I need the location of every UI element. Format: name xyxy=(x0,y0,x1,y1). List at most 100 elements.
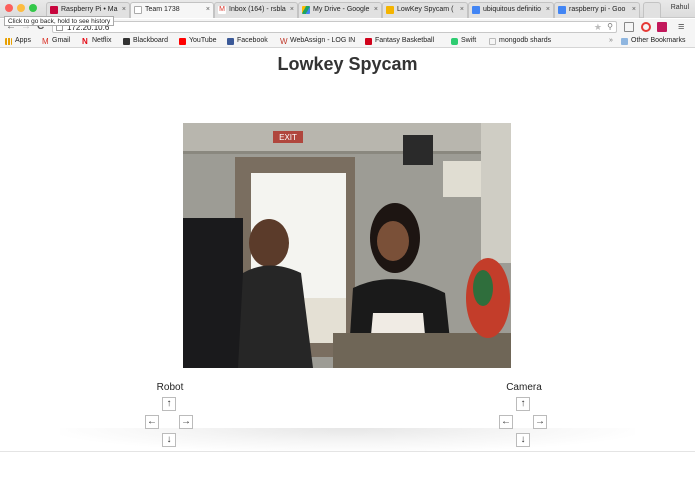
bookmark-webassign[interactable]: W WebAssign - LOG IN xyxy=(280,37,356,46)
swift-icon xyxy=(451,38,458,45)
tab-label: Team 1738 xyxy=(145,6,180,13)
robot-controls-label: Robot xyxy=(156,382,184,393)
camera-right-button[interactable]: → xyxy=(533,415,547,429)
bookmark-other[interactable]: Other Bookmarks xyxy=(621,37,686,45)
bookmark-swift[interactable]: Swift xyxy=(451,37,477,45)
opera-icon[interactable] xyxy=(641,22,651,32)
close-icon[interactable]: × xyxy=(290,6,294,13)
webassign-icon: W xyxy=(280,37,288,46)
bookmark-apps[interactable]: Apps xyxy=(5,37,31,45)
bookmark-label: mongodb shards xyxy=(499,37,552,44)
page-icon xyxy=(489,38,496,45)
raspberry-icon xyxy=(50,6,58,14)
camera-controls-label: Camera xyxy=(506,382,542,393)
back-button-tooltip: Click to go back, hold to see history xyxy=(4,16,115,26)
bookmark-label: WebAssign - LOG IN xyxy=(290,37,356,44)
close-icon[interactable]: × xyxy=(374,6,378,13)
bookmark-fantasy-basketball[interactable]: Fantasy Basketball xyxy=(365,37,435,45)
facebook-icon xyxy=(227,38,234,45)
profile-name[interactable]: Rahul xyxy=(671,4,689,11)
minimize-window-button[interactable] xyxy=(17,4,25,12)
page-title: Lowkey Spycam xyxy=(277,54,418,74)
arrow-up-icon: ↑ xyxy=(520,398,526,409)
tab-raspberry-pi-google[interactable]: raspberry pi - Goo × xyxy=(554,2,640,18)
close-icon[interactable]: × xyxy=(460,6,464,13)
bookmark-label: Netflix xyxy=(92,37,112,44)
robot-left-button[interactable]: ← xyxy=(145,415,159,429)
page-icon xyxy=(386,6,394,14)
bookmark-blackboard[interactable]: Blackboard xyxy=(123,37,169,45)
zoom-icon[interactable]: ⚲ xyxy=(607,22,613,31)
bookmark-gmail[interactable]: M Gmail xyxy=(42,37,71,46)
folder-icon xyxy=(621,38,628,45)
robot-up-button[interactable]: ↑ xyxy=(162,397,176,411)
page-icon xyxy=(134,6,142,14)
bookmark-netflix[interactable]: N Netflix xyxy=(82,37,112,46)
bookmark-label: Facebook xyxy=(237,37,268,44)
arrow-right-icon: → xyxy=(535,416,545,427)
bookmarks-bar: Apps M Gmail N Netflix Blackboard YouTube … xyxy=(0,35,695,48)
page-divider xyxy=(0,451,695,452)
tab-label: LowKey Spycam ( xyxy=(397,6,454,13)
bookmark-label: Fantasy Basketball xyxy=(375,37,435,44)
close-icon[interactable]: × xyxy=(206,6,210,13)
google-icon xyxy=(558,6,566,14)
bookmark-youtube[interactable]: YouTube xyxy=(179,37,217,45)
extension-icon[interactable] xyxy=(657,22,667,32)
tab-label: My Drive - Google xyxy=(313,6,370,13)
robot-down-button[interactable]: ↓ xyxy=(162,433,176,447)
bookmark-label: Blackboard xyxy=(133,37,169,44)
bookmark-mongodb[interactable]: mongodb shards xyxy=(489,37,552,45)
youtube-icon xyxy=(179,38,186,45)
bookmark-facebook[interactable]: Facebook xyxy=(227,37,268,45)
close-icon[interactable]: × xyxy=(122,6,126,13)
fantasy-icon xyxy=(365,38,372,45)
camera-feed: EXIT xyxy=(183,123,511,368)
cast-icon[interactable] xyxy=(624,22,634,32)
bookmark-label: Other Bookmarks xyxy=(631,37,686,44)
address-bar[interactable]: 172.20.10.6 ★ ⚲ xyxy=(52,21,617,33)
arrow-right-icon: → xyxy=(181,416,191,427)
arrow-up-icon: ↑ xyxy=(166,398,172,409)
zoom-window-button[interactable] xyxy=(29,4,37,12)
bookmark-label: Apps xyxy=(15,37,31,44)
gmail-icon: M xyxy=(218,6,226,14)
tab-ubiquitous[interactable]: ubiquitous definitio × xyxy=(468,2,554,18)
tab-label: Raspberry Pi • Ma xyxy=(61,6,118,13)
close-icon[interactable]: × xyxy=(632,6,636,13)
tab-label: ubiquitous definitio xyxy=(483,6,541,13)
drive-icon xyxy=(302,6,310,14)
star-icon[interactable]: ★ xyxy=(594,22,602,33)
controls-panel-shadow xyxy=(60,428,635,452)
close-icon[interactable]: × xyxy=(546,6,550,13)
camera-left-button[interactable]: ← xyxy=(499,415,513,429)
close-window-button[interactable] xyxy=(5,4,13,12)
netflix-icon: N xyxy=(82,37,88,46)
arrow-down-icon: ↓ xyxy=(166,434,172,445)
camera-down-button[interactable]: ↓ xyxy=(516,433,530,447)
tab-label: raspberry pi - Goo xyxy=(569,6,626,13)
arrow-left-icon: ← xyxy=(501,416,511,427)
gmail-icon: M xyxy=(42,37,49,46)
arrow-left-icon: ← xyxy=(147,416,157,427)
camera-feed-image: EXIT xyxy=(183,123,511,368)
bookmark-label: YouTube xyxy=(189,37,217,44)
menu-button[interactable]: ≡ xyxy=(678,21,684,33)
new-tab-button[interactable] xyxy=(643,2,661,18)
exit-sign-text: EXIT xyxy=(279,133,297,142)
tab-team-1738[interactable]: Team 1738 × xyxy=(130,2,214,18)
tab-my-drive[interactable]: My Drive - Google × xyxy=(298,2,382,18)
tab-lowkey-spycam[interactable]: LowKey Spycam ( × xyxy=(382,2,468,18)
camera-up-button[interactable]: ↑ xyxy=(516,397,530,411)
google-icon xyxy=(472,6,480,14)
bookmark-label: Swift xyxy=(461,37,477,44)
bookmark-label: Gmail xyxy=(52,37,71,44)
page-content: Lowkey Spycam EXIT Robot ↑ ← → ↓ Camera … xyxy=(0,48,695,452)
arrow-down-icon: ↓ xyxy=(520,434,526,445)
bookmarks-overflow-button[interactable]: » xyxy=(609,37,613,44)
blackboard-icon xyxy=(123,38,130,45)
robot-right-button[interactable]: → xyxy=(179,415,193,429)
hamburger-icon: ≡ xyxy=(678,21,685,33)
apps-grid-icon xyxy=(5,38,12,45)
tab-inbox[interactable]: M Inbox (164) - rsbla × xyxy=(214,2,298,18)
